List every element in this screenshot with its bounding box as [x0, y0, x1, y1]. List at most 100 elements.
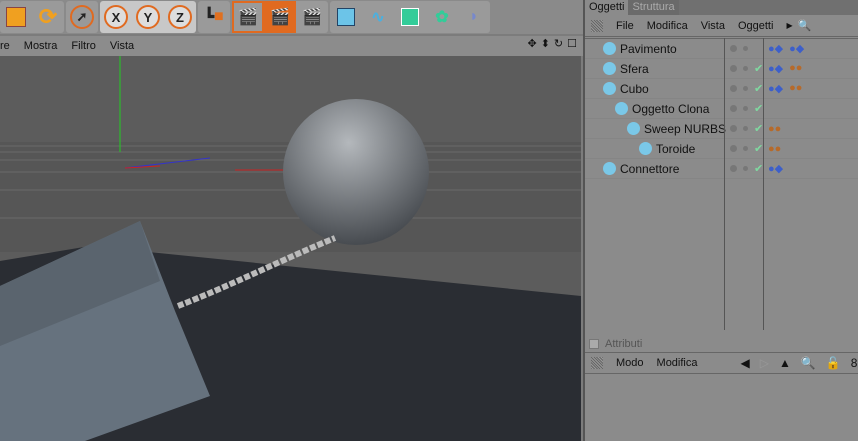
- main-toolbar: ⟳ ➚ X Y Z ┗ ■ 🎬 🎬 🎬 ∿ ✿ ◗: [0, 0, 583, 34]
- object-icon: [603, 162, 616, 175]
- render-dot[interactable]: [743, 66, 748, 71]
- visibility-dot[interactable]: [730, 165, 737, 172]
- check-icon[interactable]: ✔: [754, 122, 763, 135]
- y-axis-button[interactable]: Y: [132, 1, 164, 33]
- check-icon[interactable]: ✔: [754, 62, 763, 75]
- check-icon[interactable]: ✔: [754, 162, 763, 175]
- maximize-icon[interactable]: ☐: [567, 37, 577, 50]
- texture-tag-icon[interactable]: ●◆: [768, 62, 783, 75]
- more-arrow-icon[interactable]: ▶: [786, 21, 792, 30]
- menu-file[interactable]: File: [616, 20, 634, 32]
- render-dot[interactable]: [743, 166, 748, 171]
- visibility-dot[interactable]: [730, 45, 737, 52]
- menu-vista[interactable]: Vista: [701, 20, 725, 32]
- tab-oggetti[interactable]: Oggetti: [585, 0, 629, 15]
- viewport-menu-vista[interactable]: Vista: [110, 40, 134, 52]
- render-dot[interactable]: [743, 126, 748, 131]
- coordinate-system-icon[interactable]: ┗ ■: [198, 1, 230, 33]
- object-row[interactable]: Connettore ✔ ●◆: [585, 159, 858, 179]
- objects-menu: File Modifica Vista Oggetti ▶ 🔍: [585, 15, 858, 37]
- render-dot[interactable]: [743, 46, 748, 51]
- z-axis-button[interactable]: Z: [164, 1, 196, 33]
- forward-arrow-icon[interactable]: ▷: [760, 356, 769, 370]
- render-picture-viewer-icon[interactable]: 🎬: [264, 1, 296, 33]
- object-row[interactable]: Oggetto Clona ✔: [585, 99, 858, 119]
- object-row[interactable]: Toroide ✔ ●●: [585, 139, 858, 159]
- material-tag-icon[interactable]: ●●: [768, 143, 781, 155]
- viewport-menu-mostra[interactable]: Mostra: [24, 40, 58, 52]
- object-icon: [639, 142, 652, 155]
- object-name[interactable]: Cubo: [620, 82, 649, 96]
- grip-icon[interactable]: [591, 357, 603, 369]
- render-settings-icon[interactable]: 🎬: [296, 1, 328, 33]
- spline-icon[interactable]: ∿: [362, 1, 394, 33]
- deformer-icon[interactable]: ◗: [458, 1, 490, 33]
- visibility-dot[interactable]: [730, 105, 737, 112]
- object-name[interactable]: Oggetto Clona: [632, 102, 709, 116]
- move-icon[interactable]: ✥: [527, 37, 536, 50]
- object-icon: [603, 42, 616, 55]
- render-dot[interactable]: [743, 106, 748, 111]
- menu-modifica[interactable]: Modifica: [647, 20, 688, 32]
- zoom-icon[interactable]: ⬍: [541, 37, 550, 50]
- grip-icon[interactable]: [591, 19, 603, 32]
- check-icon[interactable]: ✔: [754, 82, 763, 95]
- check-icon[interactable]: ✔: [754, 142, 763, 155]
- object-icon: [627, 122, 640, 135]
- object-icon: [603, 62, 616, 75]
- object-name[interactable]: Toroide: [656, 142, 695, 156]
- object-name[interactable]: Sweep NURBS: [644, 122, 726, 136]
- attributes-panel: Attributi Modo Modifica ◀ ▷ ▲ 🔍 🔓 8: [585, 336, 858, 374]
- menu-modifica[interactable]: Modifica: [657, 357, 698, 369]
- search-icon[interactable]: 🔍: [798, 19, 812, 32]
- 3d-viewport[interactable]: [0, 56, 581, 441]
- checkbox[interactable]: [589, 339, 599, 349]
- viewport-menu-item[interactable]: re: [0, 40, 10, 52]
- texture-tag-icon[interactable]: ●◆: [768, 82, 783, 95]
- up-arrow-icon[interactable]: ▲: [779, 356, 791, 370]
- search-icon[interactable]: 🔍: [801, 356, 816, 370]
- object-row[interactable]: Cubo ✔ ●◆ ●●: [585, 79, 858, 99]
- material-tag-icon[interactable]: ●●: [768, 123, 781, 135]
- scale-icon[interactable]: [0, 1, 32, 33]
- visibility-dot[interactable]: [730, 125, 737, 132]
- render-view-icon[interactable]: 🎬: [232, 1, 264, 33]
- texture-tag-icon[interactable]: ●◆: [768, 162, 783, 175]
- menu-modo[interactable]: Modo: [616, 357, 644, 369]
- tab-struttura[interactable]: Struttura: [628, 0, 679, 15]
- visibility-dot[interactable]: [730, 145, 737, 152]
- object-row[interactable]: Pavimento ●◆ ●◆: [585, 39, 858, 59]
- render-dot[interactable]: [743, 146, 748, 151]
- select-icon[interactable]: ➚: [66, 1, 98, 33]
- object-name[interactable]: Sfera: [620, 62, 649, 76]
- right-panel: Oggetti Struttura File Modifica Vista Og…: [583, 0, 858, 441]
- sphere: [283, 99, 429, 245]
- object-list: Pavimento ●◆ ●◆ Sfera ✔ ●◆ ●● Cubo ✔ ●◆ ●● Oggetto …: [585, 38, 858, 328]
- menu-oggetti[interactable]: Oggetti: [738, 20, 773, 32]
- phong-tag-icon[interactable]: ●◆: [789, 42, 804, 55]
- object-row[interactable]: Sweep NURBS ✔ ●●: [585, 119, 858, 139]
- object-icon: [603, 82, 616, 95]
- attributes-title: Attributi: [605, 338, 643, 350]
- nurbs-icon[interactable]: [394, 1, 426, 33]
- x-axis-button[interactable]: X: [100, 1, 132, 33]
- rotate-icon[interactable]: ⟳: [32, 1, 64, 33]
- object-name[interactable]: Pavimento: [620, 42, 677, 56]
- visibility-dot[interactable]: [730, 65, 737, 72]
- back-arrow-icon[interactable]: ◀: [741, 356, 750, 370]
- render-dot[interactable]: [743, 86, 748, 91]
- material-tag-icon[interactable]: ●●: [789, 82, 802, 95]
- viewport-menu-filtro[interactable]: Filtro: [71, 40, 95, 52]
- object-row[interactable]: Sfera ✔ ●◆ ●●: [585, 59, 858, 79]
- link-icon[interactable]: 8: [851, 356, 858, 370]
- texture-tag-icon[interactable]: ●◆: [768, 42, 783, 55]
- visibility-dot[interactable]: [730, 85, 737, 92]
- object-name[interactable]: Connettore: [620, 162, 679, 176]
- check-icon[interactable]: ✔: [754, 102, 763, 115]
- material-tag-icon[interactable]: ●●: [789, 62, 802, 75]
- object-icon: [615, 102, 628, 115]
- array-icon[interactable]: ✿: [426, 1, 458, 33]
- lock-icon[interactable]: 🔓: [826, 356, 841, 370]
- rotate-view-icon[interactable]: ↻: [554, 37, 563, 50]
- cube-icon[interactable]: [330, 1, 362, 33]
